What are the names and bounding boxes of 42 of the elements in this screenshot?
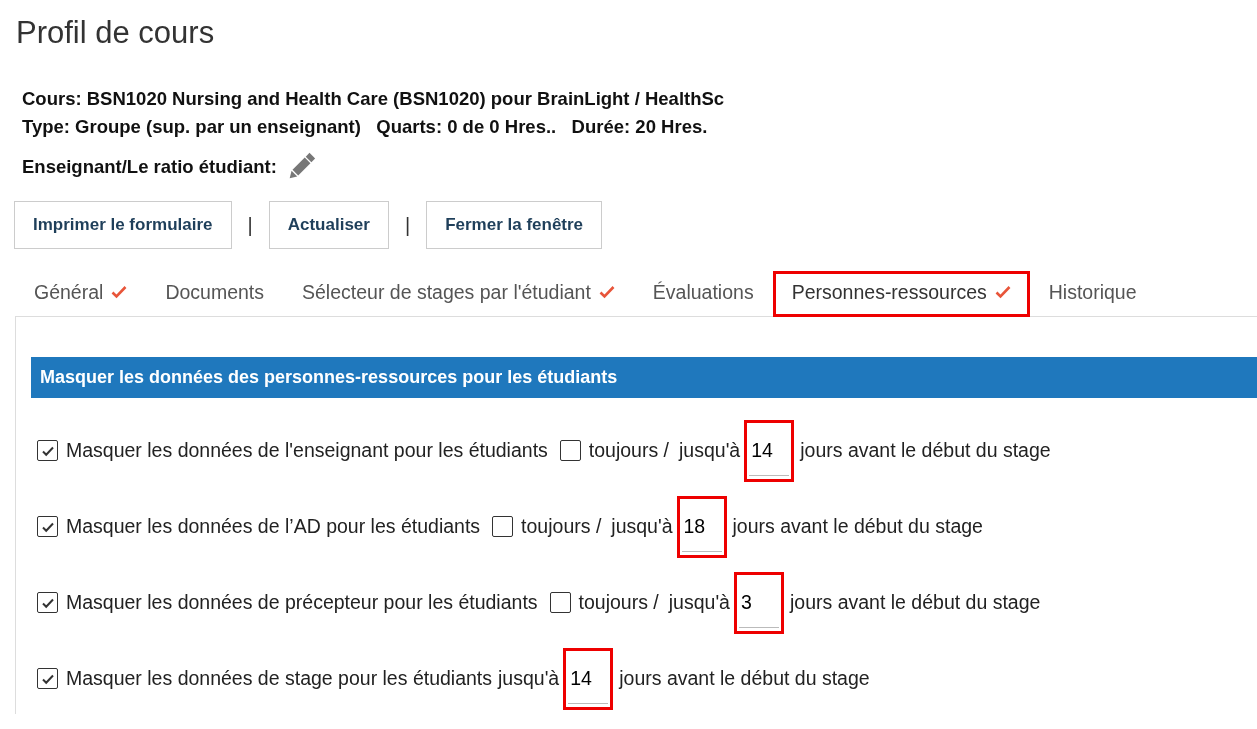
option-label: toujours / [588,438,669,464]
days-field[interactable]: 3 [733,571,784,634]
toolbar-button[interactable]: Actualiser [268,201,389,249]
option-label: toujours / [521,514,602,540]
info-label: Enseignant/Le ratio étudiant: [22,155,277,180]
tab[interactable]: Évaluations [633,270,773,317]
tab[interactable]: Historique [1029,270,1156,317]
tab[interactable]: Personnes-ressources [772,270,1030,317]
checkbox[interactable] [37,668,58,690]
separator: | [247,212,253,238]
info-line: Cours: BSN1020 Nursing and Health Care (BSN1020) pour BrainLight / HealthSc [22,87,726,112]
option-label: jours avant le début du stage [789,590,1041,616]
option-label: jours avant le début du stage [800,438,1051,464]
days-field[interactable]: 18 [676,495,727,558]
option-label: Masquer les données de l'enseignant pour les étudiants [66,438,548,464]
option-label: jours avant le début du stage [732,514,983,540]
option-label: Masquer les données de stage pour les étudiants [66,666,493,692]
tab[interactable]: Général [15,270,147,317]
checkbox[interactable] [492,516,514,538]
option-label: jusqu'à [498,666,560,692]
toolbar-button[interactable]: Fermer la fenêtre [426,201,603,249]
checkbox[interactable] [549,592,571,614]
checkbox[interactable] [37,516,58,538]
option-label: jusqu'à [679,438,741,464]
info-line: Type: Groupe (sup. par un enseignant) Quarts: 0 de 0 Hres.. Durée: 20 Hres. [22,115,709,140]
checkbox[interactable] [37,440,58,462]
section-header: Masquer les données des personnes-ressources pour les étudiants [31,356,1257,398]
option-label: Masquer les données de l’AD pour les étudiants [66,514,481,540]
toolbar-button[interactable]: Imprimer le formulaire [14,201,232,249]
days-field[interactable]: 14 [744,419,795,482]
option-label: jusqu'à [668,590,730,616]
tab[interactable]: Documents [146,270,283,317]
days-field[interactable]: 14 [563,647,614,710]
separator: | [404,212,411,238]
option-label: toujours / [578,590,659,616]
option-label: Masquer les données de précepteur pour les étudiants [66,590,538,616]
checkbox[interactable] [37,592,58,614]
option-label: jours avant le début du stage [619,666,870,692]
page-title: Profil de cours [16,14,216,52]
checkbox[interactable] [559,440,581,462]
option-label: jusqu'à [611,514,673,540]
tab[interactable]: Sélecteur de stages par l'étudiant [283,270,634,317]
